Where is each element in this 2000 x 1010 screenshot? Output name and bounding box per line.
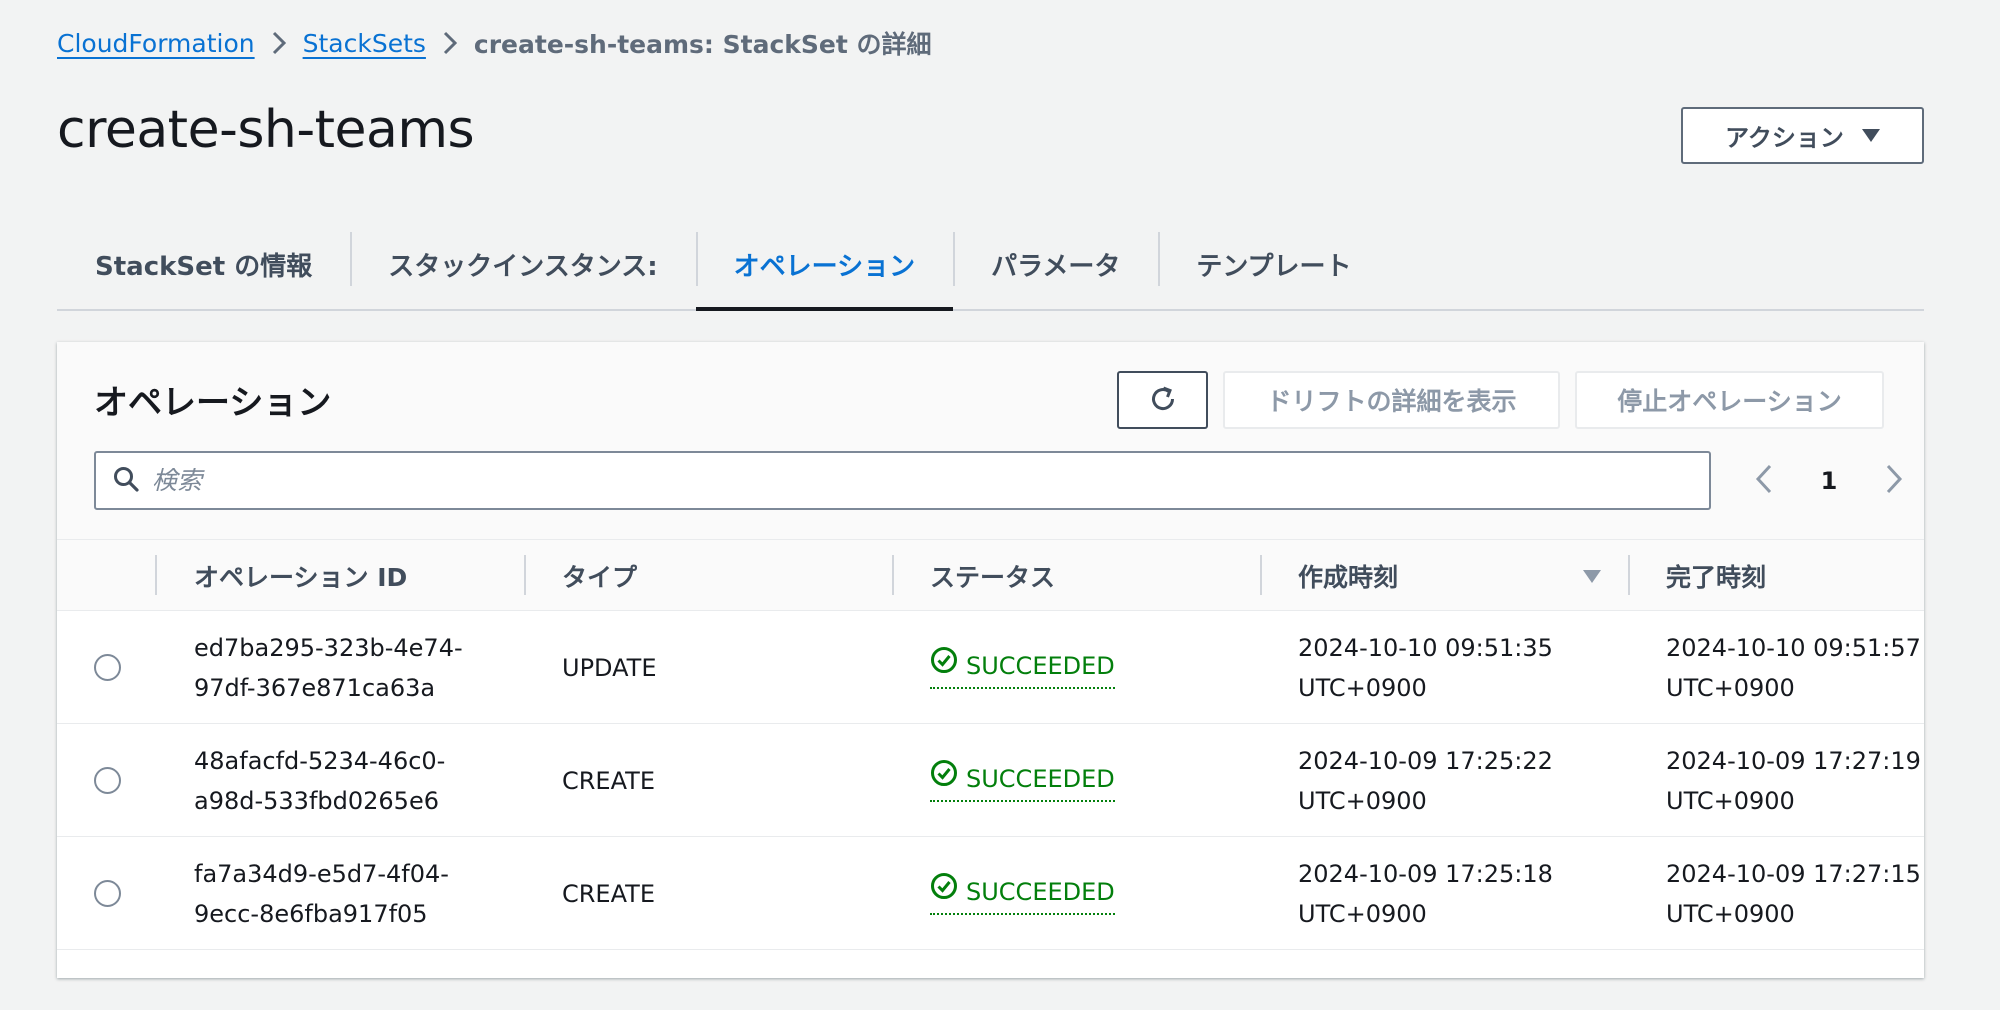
breadcrumb-current: create-sh-teams: StackSet の詳細: [473, 30, 932, 59]
created-time-cell: 2024-10-09 17:25:18 UTC+0900: [1298, 837, 1553, 950]
pagination: 1: [1754, 451, 1904, 510]
row-select-radio[interactable]: [94, 654, 121, 681]
refresh-button[interactable]: [1117, 371, 1208, 429]
column-divider[interactable]: [1260, 555, 1262, 595]
panel-header: オペレーション ドリフトの詳細を表示 停止オペレーション 検索 1: [57, 342, 1924, 540]
breadcrumb-link-stacksets[interactable]: StackSets: [303, 29, 426, 58]
search-box: [94, 451, 1711, 510]
operation-id-cell: fa7a34d9-e5d7-4f04- 9ecc-8e6fba917f05: [194, 837, 449, 950]
operation-id-line2: 97df-367e871ca63a: [194, 673, 436, 702]
created-time-date: 2024-10-10 09:51:35: [1298, 633, 1553, 662]
operation-id-line2: a98d-533fbd0265e6: [194, 786, 439, 815]
status-badge[interactable]: SUCCEEDED: [930, 872, 1115, 915]
panel-title: オペレーション: [94, 383, 332, 423]
table-row[interactable]: 48afacfd-5234-46c0- a98d-533fbd0265e6 CR…: [57, 724, 1924, 837]
operation-id-line2: 9ecc-8e6fba917f05: [194, 899, 428, 928]
column-divider[interactable]: [892, 555, 894, 595]
operation-id-cell: 48afacfd-5234-46c0- a98d-533fbd0265e6: [194, 724, 445, 837]
column-divider[interactable]: [524, 555, 526, 595]
operation-id-line1: fa7a34d9-e5d7-4f04-: [194, 859, 449, 888]
search-input[interactable]: [152, 453, 1709, 508]
created-time-zone: UTC+0900: [1298, 673, 1427, 702]
tab-operations[interactable]: オペレーション: [695, 220, 954, 311]
status-cell: SUCCEEDED: [930, 724, 1115, 837]
row-select-radio[interactable]: [94, 880, 121, 907]
type-cell: CREATE: [562, 837, 655, 950]
created-time-cell: 2024-10-09 17:25:22 UTC+0900: [1298, 724, 1553, 837]
actions-button-label: アクション: [1725, 125, 1844, 152]
status-text: SUCCEEDED: [966, 652, 1115, 680]
tab-template[interactable]: テンプレート: [1158, 220, 1389, 309]
actions-button[interactable]: アクション: [1681, 107, 1924, 164]
view-drift-details-button[interactable]: ドリフトの詳細を表示: [1223, 371, 1560, 429]
page-number[interactable]: 1: [1821, 467, 1838, 495]
search-icon: [112, 465, 140, 497]
created-time-date: 2024-10-09 17:25:22: [1298, 746, 1553, 775]
table-row[interactable]: ed7ba295-323b-4e74- 97df-367e871ca63a UP…: [57, 611, 1924, 724]
breadcrumb-link-cloudformation[interactable]: CloudFormation: [57, 29, 255, 58]
type-cell: UPDATE: [562, 611, 656, 724]
status-cell: SUCCEEDED: [930, 837, 1115, 950]
operation-id-line1: 48afacfd-5234-46c0-: [194, 746, 446, 775]
created-time-zone: UTC+0900: [1298, 899, 1427, 928]
check-circle-icon: [930, 759, 958, 799]
status-cell: SUCCEEDED: [930, 611, 1115, 724]
status-badge[interactable]: SUCCEEDED: [930, 759, 1115, 802]
operation-type: CREATE: [562, 879, 655, 908]
column-header-completed-time[interactable]: 完了時刻: [1666, 540, 1766, 611]
completed-time-cell: 2024-10-10 09:51:57 UTC+0900: [1666, 611, 1921, 724]
completed-time-cell: 2024-10-09 17:27:15 UTC+0900: [1666, 837, 1921, 950]
operations-panel: オペレーション ドリフトの詳細を表示 停止オペレーション 検索 1 オペレーショ…: [57, 342, 1924, 978]
created-time-date: 2024-10-09 17:25:18: [1298, 859, 1553, 888]
type-cell: CREATE: [562, 724, 655, 837]
page-title: create-sh-teams: [57, 100, 475, 160]
status-text: SUCCEEDED: [966, 878, 1115, 906]
operation-type: UPDATE: [562, 653, 657, 682]
completed-time-zone: UTC+0900: [1666, 899, 1795, 928]
operation-id-cell: ed7ba295-323b-4e74- 97df-367e871ca63a: [194, 611, 463, 724]
table-row[interactable]: fa7a34d9-e5d7-4f04- 9ecc-8e6fba917f05 CR…: [57, 837, 1924, 950]
operation-id-line1: ed7ba295-323b-4e74-: [194, 633, 463, 662]
chevron-right-icon: [443, 31, 457, 55]
completed-time-date: 2024-10-10 09:51:57: [1666, 633, 1921, 662]
tab-list: StackSet の情報 スタックインスタンス: オペレーション パラメータ テ…: [57, 220, 1924, 311]
tab-stack-instances[interactable]: スタックインスタンス:: [350, 220, 695, 309]
column-divider: [155, 555, 157, 595]
chevron-right-icon: [272, 31, 286, 55]
table-header: オペレーション ID タイプ ステータス 作成時刻 完了時刻: [57, 540, 1924, 611]
column-header-status[interactable]: ステータス: [930, 540, 1055, 611]
check-circle-icon: [930, 872, 958, 912]
chevron-right-icon[interactable]: [1884, 463, 1904, 499]
column-header-created-time[interactable]: 作成時刻: [1298, 540, 1398, 611]
completed-time-date: 2024-10-09 17:27:19: [1666, 746, 1921, 775]
completed-time-cell: 2024-10-09 17:27:19 UTC+0900: [1666, 724, 1921, 837]
breadcrumb: CloudFormation StackSets create-sh-teams…: [57, 22, 932, 64]
check-circle-icon: [930, 646, 958, 686]
column-divider[interactable]: [1628, 555, 1630, 595]
sort-descending-icon[interactable]: [1582, 568, 1602, 588]
caret-down-icon: [1861, 129, 1880, 142]
status-badge[interactable]: SUCCEEDED: [930, 646, 1115, 689]
status-text: SUCCEEDED: [966, 765, 1115, 793]
operation-type: CREATE: [562, 766, 655, 795]
completed-time-zone: UTC+0900: [1666, 786, 1795, 815]
tab-parameters[interactable]: パラメータ: [953, 220, 1158, 309]
tab-stackset-info[interactable]: StackSet の情報: [57, 220, 350, 309]
completed-time-date: 2024-10-09 17:27:15: [1666, 859, 1921, 888]
column-header-operation-id[interactable]: オペレーション ID: [194, 540, 407, 611]
completed-time-zone: UTC+0900: [1666, 673, 1795, 702]
row-select-radio[interactable]: [94, 767, 121, 794]
chevron-left-icon[interactable]: [1754, 463, 1774, 499]
refresh-icon: [1147, 383, 1179, 418]
column-header-type[interactable]: タイプ: [562, 540, 637, 611]
stop-operation-button[interactable]: 停止オペレーション: [1575, 371, 1884, 429]
created-time-cell: 2024-10-10 09:51:35 UTC+0900: [1298, 611, 1553, 724]
created-time-zone: UTC+0900: [1298, 786, 1427, 815]
